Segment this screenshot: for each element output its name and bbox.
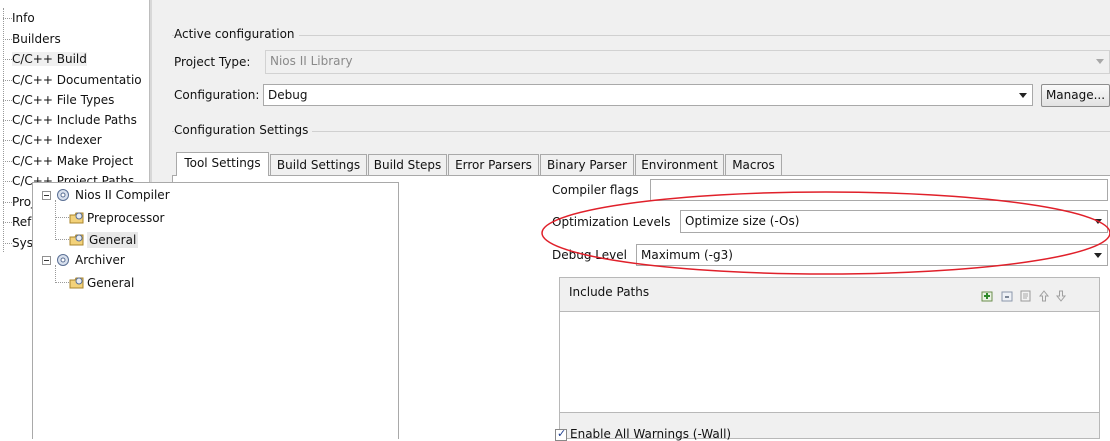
- group-separator: [172, 35, 1110, 36]
- configuration-label: Configuration:: [174, 88, 260, 102]
- tool-gear-icon: [57, 189, 69, 201]
- tree-connector-line: [55, 200, 56, 240]
- chevron-down-icon: [1019, 93, 1027, 98]
- include-paths-list[interactable]: [559, 311, 1100, 413]
- tree-node-label: Archiver: [75, 253, 125, 267]
- tree-node-compiler[interactable]: Nios II Compiler: [41, 187, 241, 203]
- nav-item-info[interactable]: Info: [0, 9, 149, 27]
- nav-item-cpp-indexer[interactable]: C/C++ Indexer: [0, 131, 149, 149]
- project-type-label: Project Type:: [174, 55, 251, 69]
- nav-item-label: Info: [12, 11, 35, 25]
- tab-build-settings[interactable]: Build Settings: [270, 154, 367, 176]
- debug-level-value: Maximum (-g3): [641, 248, 733, 262]
- nav-item-label: C/C++ Build: [12, 52, 87, 66]
- nav-item-builders[interactable]: Builders: [0, 30, 149, 48]
- add-path-icon[interactable]: [980, 289, 994, 303]
- tab-macros[interactable]: Macros: [725, 154, 782, 176]
- tree-node-archiver-general[interactable]: General: [69, 275, 269, 291]
- tree-connector-line: [55, 239, 69, 240]
- move-down-icon[interactable]: [1054, 289, 1068, 303]
- add-workspace-path-icon[interactable]: [1000, 289, 1014, 303]
- chevron-down-icon: [1094, 253, 1102, 258]
- tree-connector-line: [55, 282, 69, 283]
- tab-error-parsers[interactable]: Error Parsers: [448, 154, 539, 176]
- nav-item-cpp-documentation[interactable]: C/C++ Documentatio: [0, 71, 149, 89]
- edit-path-icon[interactable]: [1019, 289, 1033, 303]
- chevron-down-icon: [1096, 59, 1104, 64]
- tree-node-compiler-general[interactable]: General: [69, 232, 269, 248]
- settings-folder-icon: [69, 234, 84, 246]
- include-paths-title: Include Paths: [569, 285, 650, 299]
- configuration-combo[interactable]: Debug: [263, 84, 1033, 106]
- enable-warnings-checkbox[interactable]: [555, 427, 567, 441]
- settings-folder-icon: [69, 212, 84, 224]
- tab-tool-settings[interactable]: Tool Settings: [176, 152, 269, 176]
- tool-gear-icon: [57, 254, 69, 266]
- tab-binary-parser[interactable]: Binary Parser: [540, 154, 634, 176]
- optimization-levels-value: Optimize size (-Os): [685, 214, 800, 228]
- nav-item-label: Builders: [12, 32, 61, 46]
- move-up-icon[interactable]: [1037, 289, 1051, 303]
- configuration-settings-title: Configuration Settings: [174, 123, 313, 137]
- tree-node-label: Preprocessor: [87, 211, 165, 225]
- nav-item-label: C/C++ Include Paths: [12, 113, 137, 127]
- nav-item-label: C/C++ Documentatio: [12, 73, 142, 87]
- collapse-icon[interactable]: [42, 191, 51, 200]
- compiler-flags-input[interactable]: [650, 179, 1108, 201]
- tab-build-steps[interactable]: Build Steps: [368, 154, 447, 176]
- manage-button[interactable]: Manage...: [1041, 84, 1110, 107]
- nav-item-cpp-build[interactable]: C/C++ Build: [0, 50, 149, 68]
- tool-tree: Nios II Compiler Preprocessor General Ar…: [32, 182, 399, 439]
- debug-level-label: Debug Level: [552, 248, 627, 262]
- tree-connector-line: [55, 217, 69, 218]
- tree-node-archiver[interactable]: Archiver: [41, 252, 241, 268]
- collapse-icon[interactable]: [42, 256, 51, 265]
- configuration-value: Debug: [268, 88, 308, 102]
- nav-item-label: C/C++ Make Project: [12, 154, 134, 168]
- tree-node-label: General: [87, 232, 139, 248]
- settings-folder-icon: [69, 277, 84, 289]
- optimization-levels-combo[interactable]: Optimize size (-Os): [680, 210, 1108, 233]
- tab-environment[interactable]: Environment: [635, 154, 724, 176]
- active-configuration-title: Active configuration: [174, 27, 299, 41]
- group-separator: [172, 131, 1110, 132]
- nav-item-cpp-include-paths[interactable]: C/C++ Include Paths: [0, 111, 149, 129]
- project-type-combo[interactable]: Nios II Library: [265, 50, 1110, 74]
- nav-item-cpp-file-types[interactable]: C/C++ File Types: [0, 91, 149, 109]
- nav-item-cpp-make-project[interactable]: C/C++ Make Project: [0, 152, 149, 170]
- tree-node-label: Nios II Compiler: [75, 188, 170, 202]
- compiler-flags-label: Compiler flags: [552, 183, 639, 197]
- optimization-levels-label: Optimization Levels: [552, 215, 671, 229]
- tree-node-preprocessor[interactable]: Preprocessor: [69, 210, 269, 226]
- debug-level-combo[interactable]: Maximum (-g3): [636, 244, 1108, 266]
- nav-item-label: C/C++ File Types: [12, 93, 115, 107]
- nav-item-label: C/C++ Indexer: [12, 133, 102, 147]
- project-type-value: Nios II Library: [270, 54, 353, 68]
- chevron-down-icon: [1094, 219, 1102, 224]
- tree-node-label: General: [87, 276, 135, 290]
